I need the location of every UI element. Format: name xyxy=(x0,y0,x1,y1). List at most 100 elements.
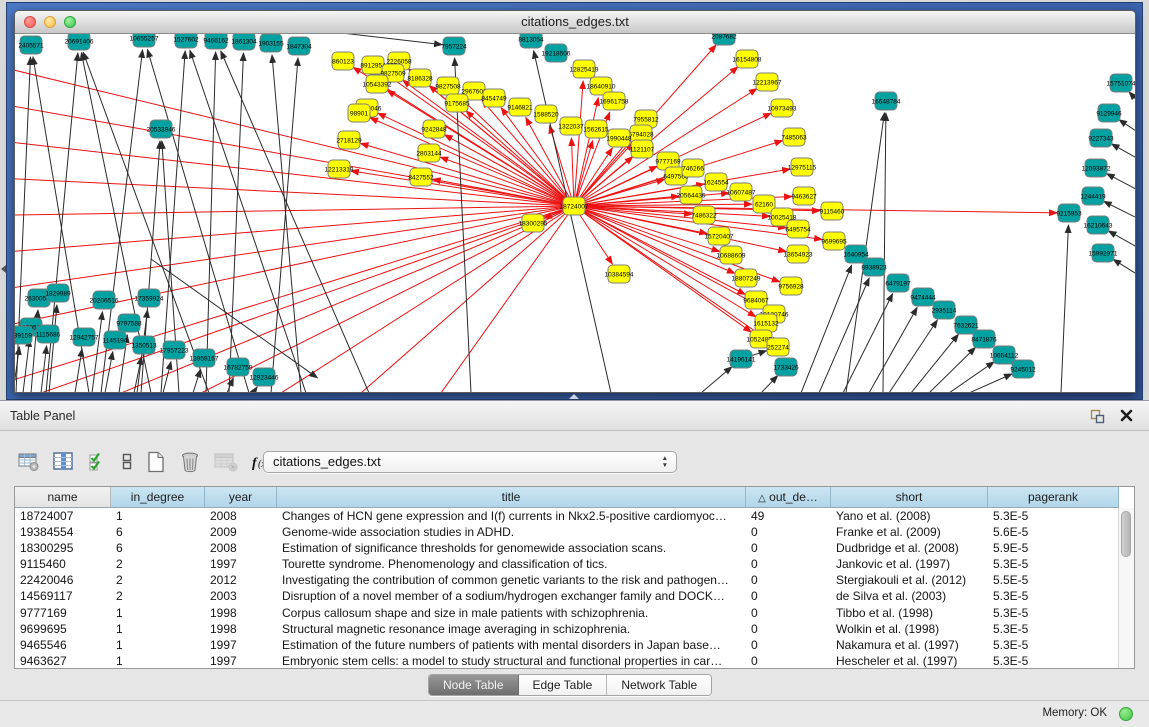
graph-node[interactable]: 2803144 xyxy=(416,144,442,162)
column-header-out_de[interactable]: △ out_de… xyxy=(746,487,831,508)
graph-node[interactable]: 8471876 xyxy=(971,330,997,348)
graph-node[interactable]: 20206516 xyxy=(90,291,119,309)
select-all-icon[interactable] xyxy=(88,452,108,472)
graph-node[interactable]: 1990448 xyxy=(606,129,632,147)
graph-node[interactable]: 1145194 xyxy=(103,331,128,349)
memory-status-indicator[interactable] xyxy=(1119,707,1133,721)
graph-node[interactable]: 1562615 xyxy=(583,120,609,138)
graph-node[interactable]: 1121107 xyxy=(630,140,655,158)
graph-node[interactable]: 1624554 xyxy=(703,173,729,191)
graph-node[interactable]: 12093872 xyxy=(1082,159,1111,177)
graph-node[interactable]: 9129946 xyxy=(1096,104,1122,122)
graph-node[interactable]: 8186328 xyxy=(407,69,433,87)
graph-node[interactable]: 6479197 xyxy=(885,274,911,292)
graph-node[interactable]: 1588520 xyxy=(533,105,559,123)
network-canvas[interactable]: 1872400718300295860123891295422260589827… xyxy=(15,34,1135,392)
show-columns-icon[interactable] xyxy=(53,452,75,472)
graph-node[interactable]: 2087682 xyxy=(711,34,737,45)
graph-node[interactable]: 1244419 xyxy=(1080,187,1106,205)
graph-node[interactable]: 1350513 xyxy=(131,336,157,354)
graph-node[interactable]: 1829989 xyxy=(45,284,71,302)
tab-network-table[interactable]: Network Table xyxy=(607,675,711,695)
graph-node[interactable]: 1527602 xyxy=(173,34,199,48)
graph-node[interactable]: 2935114 xyxy=(932,301,957,319)
table-row[interactable]: 946554611997Estimation of the future num… xyxy=(15,637,1134,653)
column-header-pagerank[interactable]: pagerank xyxy=(988,487,1119,508)
graph-node[interactable]: 10655257 xyxy=(130,34,159,47)
graph-node[interactable]: 939159 xyxy=(15,326,32,344)
graph-node[interactable]: 7486322 xyxy=(691,206,717,224)
graph-node[interactable]: 9227343 xyxy=(1088,129,1114,147)
graph-node[interactable]: 98901 xyxy=(348,104,370,122)
column-header-title[interactable]: title xyxy=(277,487,746,508)
graph-node[interactable]: 18300295 xyxy=(519,214,548,232)
graph-node[interactable]: 7957224 xyxy=(441,37,467,55)
graph-node[interactable]: 18807249 xyxy=(732,269,761,287)
graph-node[interactable]: 17359924 xyxy=(135,289,164,307)
graph-node[interactable]: 14196141 xyxy=(727,350,756,368)
graph-node[interactable]: 9463627 xyxy=(791,187,817,205)
graph-node[interactable]: 12923446 xyxy=(250,368,279,386)
graph-node[interactable]: 17957223 xyxy=(160,341,189,359)
graph-node[interactable]: 2718129 xyxy=(336,131,362,149)
graph-node[interactable]: 16210643 xyxy=(1084,216,1113,234)
graph-node[interactable]: 16648784 xyxy=(872,92,901,110)
graph-node[interactable]: 10607487 xyxy=(727,183,756,201)
new-column-icon[interactable] xyxy=(146,451,166,473)
table-mode-icon[interactable] xyxy=(18,452,40,472)
table-row[interactable]: 969969511998Structural magnetic resonanc… xyxy=(15,621,1134,637)
graph-node[interactable]: 860123 xyxy=(332,52,354,70)
graph-node[interactable]: 9175685 xyxy=(444,94,470,112)
graph-node[interactable]: 7485063 xyxy=(781,128,807,146)
graph-node[interactable]: 10543392 xyxy=(363,75,392,93)
graph-node[interactable]: 16782759 xyxy=(224,358,253,376)
network-window-titlebar[interactable]: citations_edges.txt xyxy=(15,11,1135,34)
close-panel-icon[interactable] xyxy=(1120,409,1133,427)
graph-node[interactable]: 10384594 xyxy=(605,265,634,283)
graph-node[interactable]: 1861304 xyxy=(231,34,257,50)
graph-node[interactable]: 1733426 xyxy=(773,358,799,376)
graph-node[interactable]: 10973493 xyxy=(768,99,797,117)
graph-node[interactable]: 8938923 xyxy=(861,258,887,276)
graph-node[interactable]: 1115686 xyxy=(36,325,61,343)
graph-node[interactable]: 19218506 xyxy=(542,44,571,62)
table-row[interactable]: 946362711997Embryonic stem cells: a mode… xyxy=(15,653,1134,669)
graph-node[interactable]: 1903155 xyxy=(258,34,284,52)
table-scrollbar[interactable] xyxy=(1118,508,1134,668)
table-row[interactable]: 977716911998Corpus callosum shape and si… xyxy=(15,605,1134,621)
table-row[interactable]: 911546021997Tourette syndrome. Phenomeno… xyxy=(15,556,1134,572)
graph-node[interactable]: 12942757 xyxy=(70,328,99,346)
graph-node[interactable]: 6495754 xyxy=(785,220,811,238)
graph-node[interactable]: 8454749 xyxy=(481,89,507,107)
graph-node[interactable]: 9146821 xyxy=(507,98,533,116)
graph-node[interactable]: 8427552 xyxy=(408,168,434,186)
graph-node[interactable]: 9215953 xyxy=(1056,204,1082,222)
delete-column-icon[interactable] xyxy=(179,451,201,473)
graph-node[interactable]: 15720407 xyxy=(705,227,734,245)
graph-node[interactable]: 9115460 xyxy=(820,202,845,220)
table-source-select[interactable]: citations_edges.txt ▲▼ xyxy=(263,451,677,473)
table-row[interactable]: 1830029562008Estimation of significance … xyxy=(15,540,1134,556)
graph-node[interactable]: 9797588 xyxy=(116,314,142,332)
graph-node[interactable]: 18724007 xyxy=(560,197,589,215)
graph-node[interactable]: 9242848 xyxy=(421,120,447,138)
column-header-short[interactable]: short xyxy=(831,487,988,508)
graph-node[interactable]: 12213319 xyxy=(325,160,354,178)
graph-node[interactable]: 8813054 xyxy=(518,34,544,48)
graph-node[interactable]: 13654923 xyxy=(784,245,813,263)
graph-node[interactable]: 9827508 xyxy=(435,77,461,95)
minimize-window-button[interactable] xyxy=(44,16,56,28)
graph-node[interactable]: 13958167 xyxy=(190,349,219,367)
graph-node[interactable]: 16961758 xyxy=(600,92,629,110)
delete-table-icon[interactable] xyxy=(214,452,238,472)
tab-edge-table[interactable]: Edge Table xyxy=(519,675,608,695)
graph-node[interactable]: 9756928 xyxy=(778,277,804,295)
graph-node[interactable]: 20691406 xyxy=(65,34,94,50)
table-scrollbar-thumb[interactable] xyxy=(1121,511,1131,557)
column-header-year[interactable]: year xyxy=(205,487,277,508)
graph-node[interactable]: 20564436 xyxy=(677,186,706,204)
table-row[interactable]: 2242004622012Investigating the contribut… xyxy=(15,572,1134,588)
graph-node[interactable]: 16154808 xyxy=(733,50,762,68)
graph-node[interactable]: 9474444 xyxy=(910,288,936,306)
graph-node[interactable]: 2405571 xyxy=(18,36,44,54)
